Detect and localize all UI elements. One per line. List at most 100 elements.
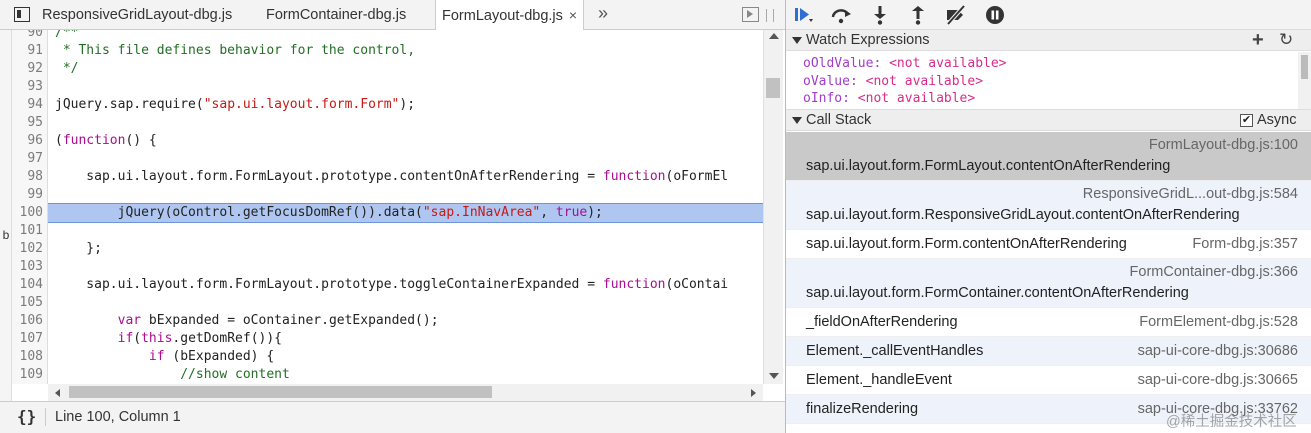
breakpoint-marker: b [2,228,10,242]
call-frame[interactable]: ResponsiveGridL...out-dbg.js:584 sap.ui.l… [786,181,1311,230]
scroll-right-icon[interactable] [751,389,756,397]
line-number[interactable]: 97 [12,150,43,168]
line-number[interactable]: 108 [12,348,43,366]
code-line[interactable]: 108 if (bExpanded) { [12,348,763,366]
step-over-button[interactable] [829,4,853,26]
code-line[interactable]: 94 jQuery.sap.require("sap.ui.layout.form… [12,96,763,114]
code-line-current[interactable]: 100 jQuery(oControl.getFocusDomRef()).da… [20,203,763,223]
expand-triangle-icon[interactable] [792,37,802,44]
async-checkbox[interactable]: ✔ [1240,114,1253,127]
line-number[interactable]: 104 [12,276,43,294]
code-line[interactable]: 102 }; [12,240,763,258]
scroll-thumb[interactable] [766,78,780,98]
watch-scrollbar[interactable] [1298,52,1311,110]
line-number[interactable]: 94 [12,96,43,114]
code-line[interactable]: 93 [12,78,763,96]
line-number[interactable]: 101 [12,222,43,240]
line-number[interactable]: 109 [12,366,43,384]
call-frame-selected[interactable]: FormLayout-dbg.js:100 sap.ui.layout.form.… [786,132,1311,181]
call-frame-location[interactable]: FormContainer-dbg.js:366 [1130,264,1298,280]
expand-triangle-icon[interactable] [792,117,802,124]
code-line[interactable]: 91 * This file defines behavior for the … [12,42,763,60]
watch-item[interactable]: oValue: <not available> [803,73,983,90]
cursor-position: Line 100, Column 1 [55,409,181,425]
scroll-up-icon[interactable] [769,33,779,39]
code-line[interactable]: 105 [12,294,763,312]
line-number[interactable]: 107 [12,330,43,348]
code-line[interactable]: 98 sap.ui.layout.form.FormLayout.prototy… [12,168,763,186]
line-number[interactable]: 103 [12,258,43,276]
more-tabs-icon[interactable]: » [598,3,608,24]
watch-expressions-header[interactable]: Watch Expressions + ↻ [786,29,1311,51]
line-number[interactable]: 106 [12,312,43,330]
call-frame[interactable]: FormElement-dbg.js:528 _fieldOnAfterRende… [786,308,1311,337]
code-line[interactable]: 97 [12,150,763,168]
line-number[interactable]: 99 [12,186,43,204]
call-frame[interactable]: Form-dbg.js:357 sap.ui.layout.form.Form.c… [786,230,1311,259]
editor-left-strip [0,30,12,401]
line-number[interactable]: 92 [12,60,43,78]
call-frame-location[interactable]: ResponsiveGridL...out-dbg.js:584 [1083,186,1298,202]
code-line[interactable]: 92 */ [12,60,763,78]
step-out-icon [912,6,924,25]
code-line[interactable]: 101 [12,222,763,240]
step-out-button[interactable] [906,4,930,26]
toggle-debugger-sidebar-icon[interactable] [742,7,759,22]
deactivate-breakpoints-button[interactable] [944,4,968,26]
code-line[interactable]: 104 sap.ui.layout.form.FormLayout.protot… [12,276,763,294]
close-tab-icon[interactable]: × [569,7,577,23]
pretty-print-button[interactable]: {} [17,407,36,426]
editor-status-bar: {} Line 100, Column 1 [0,401,785,433]
pause-on-exceptions-button[interactable] [983,4,1007,26]
code-line[interactable]: 99 [12,186,763,204]
editor-vertical-scrollbar[interactable] [763,30,783,384]
code-text: jQuery.sap.require("sap.ui.layout.form.F… [55,96,415,114]
watch-item[interactable]: oOldValue: <not available> [803,55,1007,72]
code-editor[interactable]: 90 /** 91 * This file defines behavior for… [12,30,763,384]
navigator-toggle-icon[interactable] [14,7,30,22]
call-frame-location[interactable]: FormElement-dbg.js:528 [1139,314,1298,330]
line-number[interactable]: 102 [12,240,43,258]
call-frame-location[interactable]: FormLayout-dbg.js:100 [1149,137,1298,153]
line-number[interactable]: 90 [12,30,43,42]
code-line[interactable]: 109 //show content [12,366,763,384]
add-watch-icon[interactable]: + [1252,29,1264,52]
code-line[interactable]: 95 [12,114,763,132]
call-frame-location[interactable]: sap-ui-core-dbg.js:30665 [1138,372,1298,388]
line-number[interactable]: 105 [12,294,43,312]
step-into-button[interactable] [868,4,892,26]
call-frame[interactable]: sap-ui-core-dbg.js:30686 Element._callEve… [786,337,1311,366]
tab-responsivegridlayout[interactable]: ResponsiveGridLayout-dbg.js [42,0,232,30]
scroll-thumb[interactable] [69,386,492,398]
watch-item[interactable]: oInfo: <not available> [803,90,975,107]
line-number[interactable]: 93 [12,78,43,96]
call-frame[interactable]: FormContainer-dbg.js:366 sap.ui.layout.fo… [786,259,1311,308]
scroll-left-icon[interactable] [55,389,60,397]
editor-horizontal-scrollbar[interactable] [48,384,763,401]
code-line[interactable]: 96 (function() { [12,132,763,150]
line-number[interactable]: 91 [12,42,43,60]
watch-expressions-title: Watch Expressions [806,32,930,48]
scroll-down-icon[interactable] [769,373,779,379]
code-token: sap.ui.layout.form.FormLayout.prototype.… [55,277,603,292]
line-number[interactable]: 100 [12,204,43,222]
call-frame-location[interactable]: sap-ui-core-dbg.js:30686 [1138,343,1298,359]
code-token: sap.ui.layout.form.FormLayout.prototype.… [55,169,603,184]
line-number[interactable]: 96 [12,132,43,150]
code-line[interactable]: 103 [12,258,763,276]
resume-button[interactable] [790,4,814,26]
call-frame-location[interactable]: Form-dbg.js:357 [1192,236,1298,252]
code-line[interactable]: 90 /** [12,30,763,42]
scroll-thumb[interactable] [1301,55,1308,79]
line-number[interactable]: 95 [12,114,43,132]
code-line[interactable]: 106 var bExpanded = oContainer.getExpand… [12,312,763,330]
tab-formlayout[interactable]: FormLayout-dbg.js × [435,0,585,31]
code-line[interactable]: 107 if(this.getDomRef()){ [12,330,763,348]
refresh-watch-icon[interactable]: ↻ [1279,30,1293,50]
tab-formcontainer[interactable]: FormContainer-dbg.js [266,0,406,30]
line-number[interactable]: 98 [12,168,43,186]
call-frame[interactable]: sap-ui-core-dbg.js:30665 Element._handleE… [786,366,1311,395]
code-token: this [141,331,173,346]
call-stack-header[interactable]: Call Stack ✔ Async [786,109,1311,131]
